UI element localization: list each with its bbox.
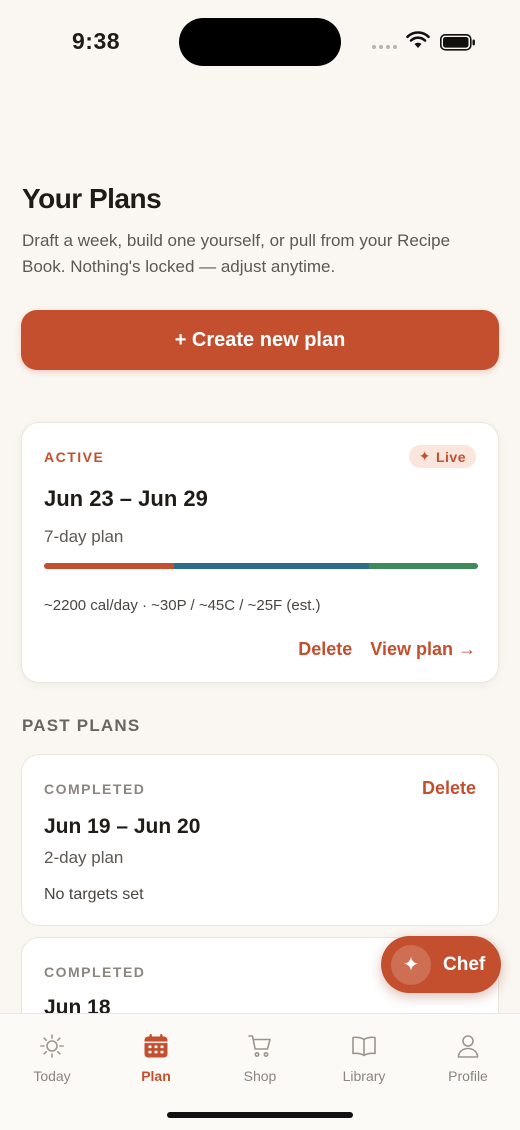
delete-active-plan-link[interactable]: Delete xyxy=(298,639,352,660)
tab-label: Plan xyxy=(141,1068,171,1084)
macro-bar-protein xyxy=(44,563,175,569)
completed-status-label: COMPLETED xyxy=(44,781,146,797)
view-plan-link[interactable]: View plan → xyxy=(370,639,476,660)
macro-summary: ~2200 cal/day · ~30P / ~45C / ~25F (est.… xyxy=(44,597,321,614)
active-status-label: ACTIVE xyxy=(44,449,105,465)
page-title: Your Plans xyxy=(22,183,162,214)
tab-label: Profile xyxy=(448,1068,488,1084)
book-icon xyxy=(352,1036,376,1057)
sparkle-icon: ✦ xyxy=(418,448,431,464)
completed-status-label: COMPLETED xyxy=(44,964,146,980)
tab-label: Today xyxy=(33,1068,71,1084)
person-icon xyxy=(457,1035,479,1058)
wifi-icon xyxy=(406,31,430,48)
page-description: Draft a week, build one yourself, or pul… xyxy=(22,231,451,276)
chef-assistant-button[interactable]: ✦ Chef xyxy=(381,936,501,993)
macro-bar-fat xyxy=(369,563,478,569)
past-plan-date-range: Jun 19 – Jun 20 xyxy=(44,815,201,838)
cellular-signal-icon xyxy=(372,45,397,49)
past-plan-targets: No targets set xyxy=(44,886,144,903)
macro-bar-carbs xyxy=(174,563,370,569)
cart-icon xyxy=(248,1035,271,1057)
past-plan-length: 2-day plan xyxy=(44,848,124,867)
dynamic-island xyxy=(179,18,341,66)
past-plan-card[interactable]: COMPLETED Delete Jun 19 – Jun 20 2-day p… xyxy=(21,754,499,926)
tab-today[interactable]: Today xyxy=(0,1032,104,1084)
home-indicator xyxy=(167,1112,353,1118)
create-new-plan-button[interactable]: + Create new plan xyxy=(21,310,499,370)
delete-past-plan-link[interactable]: Delete xyxy=(422,778,476,799)
macro-split-bar xyxy=(44,563,478,569)
calendar-icon xyxy=(144,1034,168,1058)
status-bar: 9:38 xyxy=(0,0,520,86)
tab-label: Library xyxy=(342,1068,386,1084)
chef-button-label: Chef xyxy=(443,953,486,975)
live-badge: ✦ Live xyxy=(408,445,476,468)
battery-icon xyxy=(440,34,475,51)
tab-profile[interactable]: Profile xyxy=(416,1032,520,1084)
live-badge-label: Live xyxy=(435,448,466,465)
tab-library[interactable]: Library xyxy=(312,1032,416,1084)
past-plans-heading: PAST PLANS xyxy=(22,716,141,735)
sparkle-icon: ✦ xyxy=(391,944,431,985)
status-time: 9:38 xyxy=(72,28,121,54)
active-plan-length: 7-day plan xyxy=(44,527,124,546)
tab-label: Shop xyxy=(243,1068,277,1084)
active-plan-date-range: Jun 23 – Jun 29 xyxy=(44,486,208,511)
active-plan-actions: Delete View plan → xyxy=(298,639,476,660)
tab-plan[interactable]: Plan xyxy=(104,1032,208,1084)
sun-icon xyxy=(40,1034,64,1058)
tab-shop[interactable]: Shop xyxy=(208,1032,312,1084)
active-plan-card[interactable]: ACTIVE ✦ Live Jun 23 – Jun 29 7-day plan… xyxy=(21,422,499,683)
